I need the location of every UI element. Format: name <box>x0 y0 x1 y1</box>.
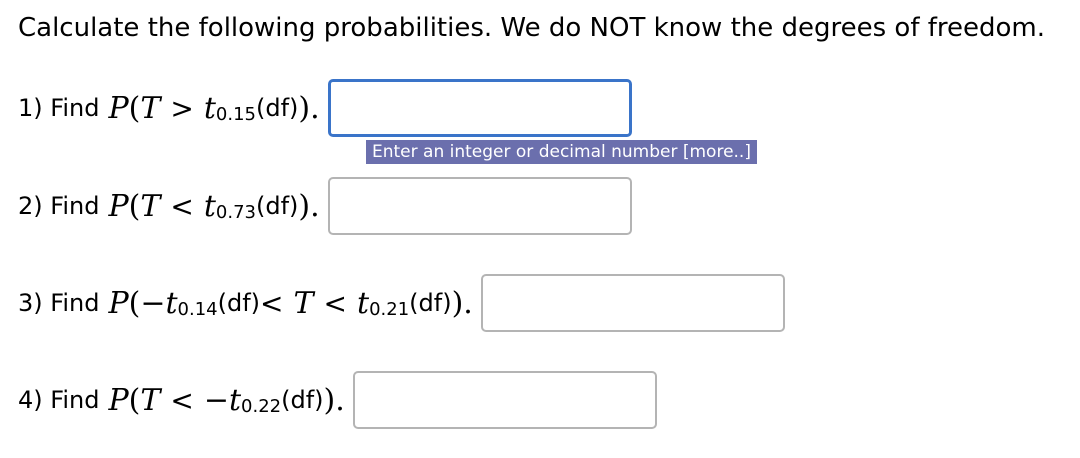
question-2-period: . <box>310 188 320 224</box>
question-3-subscript-upper: 0.21 <box>369 298 410 320</box>
question-1-P: P <box>108 90 129 126</box>
question-3-df-upper: (df) <box>409 289 452 317</box>
question-4: 4) Find P ( T < − t 0.22 (df) ) . <box>18 371 657 429</box>
question-2-t: t <box>203 188 216 224</box>
question-3-negative-sign: − <box>140 285 166 321</box>
question-1-relation: > <box>170 91 194 125</box>
question-1-label: 1) Find <box>18 94 100 122</box>
instructions: Calculate the following probabilities. W… <box>18 13 1046 43</box>
question-3-open-paren: ( <box>128 285 141 321</box>
question-2-P: P <box>108 188 129 224</box>
question-3-relation-lower: < <box>260 286 284 320</box>
question-3-period: . <box>463 285 473 321</box>
question-3-P: P <box>108 285 129 321</box>
question-4-open-paren: ( <box>128 382 141 418</box>
question-4-relation: < <box>170 383 194 417</box>
question-4-label: 4) Find <box>18 386 100 414</box>
question-4-P: P <box>108 382 129 418</box>
question-3-relation-upper: < <box>323 286 347 320</box>
question-3: 3) Find P ( − t 0.14 (df) < T < t 0.21 (… <box>18 274 785 332</box>
question-3-T: T <box>293 285 314 321</box>
question-2-label: 2) Find <box>18 192 100 220</box>
question-2: 2) Find P ( T < t 0.73 (df) ) . <box>18 177 632 235</box>
question-4-close-paren: ) <box>323 382 336 418</box>
input-hint-tooltip[interactable]: Enter an integer or decimal number [more… <box>366 140 757 164</box>
question-3-subscript-lower: 0.14 <box>177 298 218 320</box>
question-3-close-paren: ) <box>451 285 464 321</box>
question-4-df: (df) <box>281 386 324 414</box>
question-2-answer-input[interactable] <box>327 177 632 235</box>
question-1-t: t <box>203 90 216 126</box>
question-3-t-lower: t <box>165 285 178 321</box>
question-2-open-paren: ( <box>128 188 141 224</box>
question-1-answer-input[interactable] <box>327 79 632 137</box>
question-4-period: . <box>335 382 345 418</box>
question-3-label: 3) Find <box>18 289 100 317</box>
question-2-df: (df) <box>255 192 299 220</box>
question-1-T: T <box>140 90 161 126</box>
question-1-subscript: 0.15 <box>215 103 256 125</box>
question-3-t-upper: t <box>357 285 370 321</box>
question-2-close-paren: ) <box>298 188 311 224</box>
question-2-T: T <box>140 188 161 224</box>
question-1-close-paren: ) <box>298 90 311 126</box>
question-3-answer-input[interactable] <box>480 274 785 332</box>
question-1-df: (df) <box>255 94 299 122</box>
question-4-answer-input[interactable] <box>352 371 657 429</box>
question-2-relation: < <box>170 189 194 223</box>
question-3-df-lower: (df) <box>217 289 261 317</box>
question-4-negative-sign: − <box>203 382 229 418</box>
question-2-subscript: 0.73 <box>215 201 256 223</box>
question-1-open-paren: ( <box>128 90 141 126</box>
question-1: 1) Find P ( T > t 0.15 (df) ) . <box>18 79 632 137</box>
question-4-t: t <box>228 382 242 418</box>
question-4-T: T <box>140 382 161 418</box>
question-4-subscript: 0.22 <box>241 395 282 417</box>
question-1-period: . <box>310 90 320 126</box>
